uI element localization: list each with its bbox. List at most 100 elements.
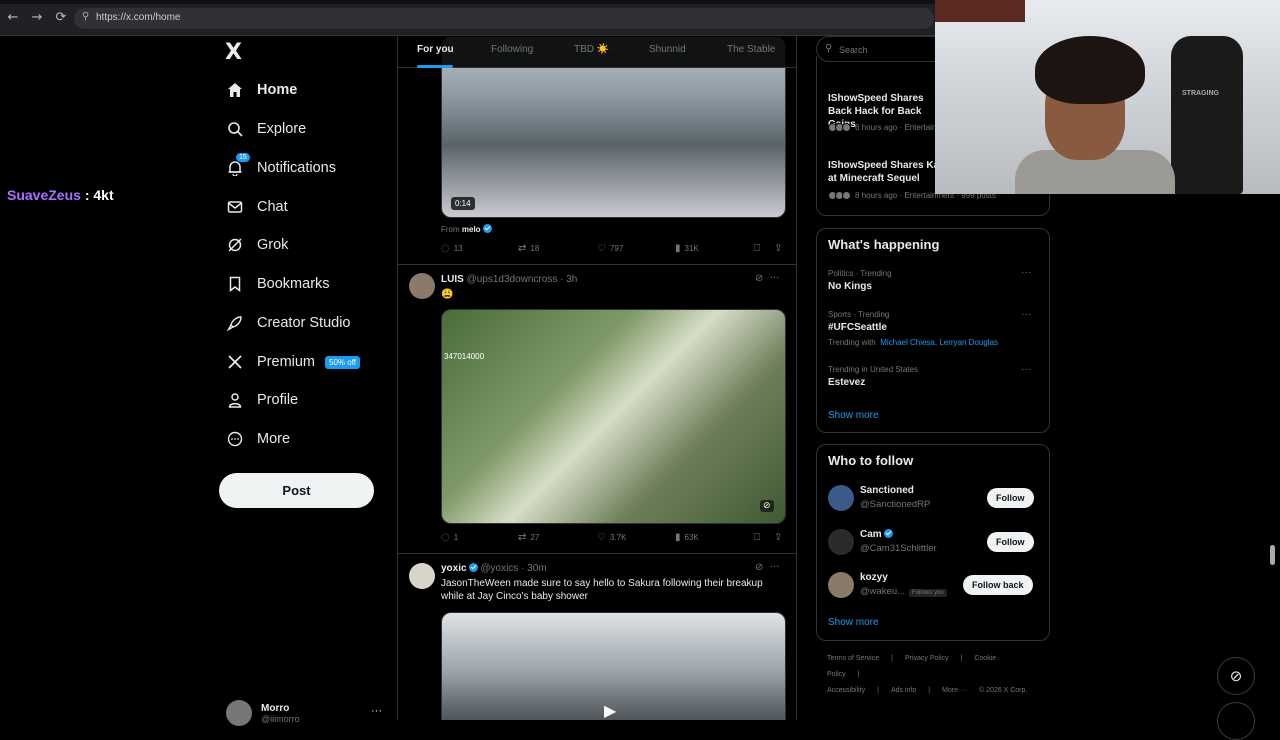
trending-with-links[interactable]: Michael Chiesa, Lerryan Douglas <box>880 338 998 347</box>
account-switcher[interactable]: Morro @iiimorro ··· <box>226 700 382 726</box>
avatar[interactable] <box>409 273 435 299</box>
like-button[interactable]: ♡ 797 <box>597 243 623 254</box>
tab-following[interactable]: Following <box>491 44 533 55</box>
grok-image-icon[interactable]: ⊘ <box>760 500 774 512</box>
nav-label-creator-studio: Creator Studio <box>257 315 351 331</box>
tweet-divider <box>398 264 796 265</box>
news-item-title[interactable]: IShowSpeed Shares Ka at Minecraft Sequel <box>828 159 948 185</box>
avatar <box>828 485 854 511</box>
share-button[interactable]: ⇪ <box>774 532 786 543</box>
views-button[interactable]: ▮ 63K <box>675 532 699 543</box>
follow-suggestion[interactable]: Cam @Cam31Schlittler Follow <box>828 528 1040 558</box>
post-button[interactable]: Post <box>219 473 374 508</box>
tweet-author-name[interactable]: LUIS <box>441 274 464 285</box>
site-info-icon[interactable]: ⚲ <box>82 11 89 22</box>
source-user[interactable]: melo <box>462 225 481 234</box>
nav-label-more: More <box>257 431 291 447</box>
share-button[interactable]: ⇪ <box>774 243 786 254</box>
tweet-author-name[interactable]: yoxic <box>441 563 467 574</box>
show-more-link[interactable]: Show more <box>828 410 879 421</box>
play-icon[interactable]: ▶ <box>604 701 626 720</box>
footer-link[interactable]: More ··· <box>942 687 967 694</box>
trend-name[interactable]: No Kings <box>828 281 872 292</box>
reply-button[interactable]: ◌ 13 <box>441 243 463 254</box>
stream-chat-message: SuaveZeus : 4kt <box>7 187 114 203</box>
avatar[interactable] <box>409 563 435 589</box>
footer-link[interactable]: Privacy Policy <box>905 655 949 662</box>
trend-context: Trending in United States <box>828 365 918 374</box>
tab-for-you[interactable]: For you <box>417 44 454 55</box>
nav-item-more[interactable]: More <box>226 423 290 455</box>
follow-suggestion[interactable]: kozyy @wakeu... Follows you Follow back <box>828 571 1040 601</box>
active-tab-indicator <box>417 65 453 68</box>
footer-links: Terms of Service | Privacy Policy | Cookie P… <box>827 651 1042 699</box>
back-icon[interactable]: ← <box>6 11 20 25</box>
bookmark-button[interactable]: ⎕ <box>754 243 764 254</box>
views-button[interactable]: ▮ 31K <box>675 243 699 254</box>
primary-navigation: X Home Explore 15 Notifications Chat Gro… <box>218 36 388 726</box>
address-bar[interactable]: ⚲ https://x.com/home <box>74 8 934 29</box>
nav-item-explore[interactable]: Explore <box>226 113 306 145</box>
like-count: 3.7K <box>609 533 627 542</box>
follow-suggestion[interactable]: Sanctioned @SanctionedRP Follow <box>828 484 1040 514</box>
follow-handle: @wakeu... <box>860 586 906 597</box>
account-more-icon[interactable]: ··· <box>371 705 382 717</box>
scrollbar-thumb[interactable] <box>1270 545 1275 565</box>
show-more-link[interactable]: Show more <box>828 617 879 628</box>
home-timeline: For you Following TBD ☀️ Shunnid The Sta… <box>397 36 797 720</box>
forward-icon[interactable]: → <box>30 11 44 25</box>
tab-tbd[interactable]: TBD ☀️ <box>574 44 609 55</box>
tweet-time[interactable]: · 3h <box>560 274 577 285</box>
x-logo-icon[interactable]: X <box>225 40 242 65</box>
reload-icon[interactable]: ⟳ <box>54 11 68 25</box>
tweet-author-handle[interactable]: @yoxics <box>480 563 518 574</box>
more-icon[interactable]: ··· <box>770 273 780 284</box>
trend-more-icon[interactable]: ··· <box>1021 309 1031 320</box>
trend-name[interactable]: #UFCSeattle <box>828 322 887 333</box>
nav-item-home[interactable]: Home <box>226 74 297 106</box>
retweet-button[interactable]: ⇄ 18 <box>518 243 539 254</box>
messages-floating-button[interactable] <box>1217 702 1255 740</box>
avatar <box>828 572 854 598</box>
bell-icon: 15 <box>226 153 250 177</box>
grok-floating-icon[interactable]: ⊘ <box>1217 657 1255 695</box>
footer-link[interactable]: Ads info <box>891 687 916 694</box>
nav-item-notifications[interactable]: 15 Notifications <box>226 152 336 184</box>
whats-happening-title: What's happening <box>828 237 940 252</box>
follow-name: Sanctioned <box>860 485 914 496</box>
tweet-header: LUIS @ups1d3downcross · 3h <box>441 274 577 285</box>
tweet-time[interactable]: · 30m <box>521 563 547 574</box>
grok-icon[interactable]: ⊘ <box>755 562 763 573</box>
follow-button[interactable]: Follow <box>987 488 1034 508</box>
reply-button[interactable]: ◌ 1 <box>441 532 458 543</box>
nav-item-chat[interactable]: Chat <box>226 191 288 223</box>
trend-more-icon[interactable]: ··· <box>1021 364 1031 375</box>
footer-sep: | <box>891 655 893 662</box>
more-icon[interactable]: ··· <box>770 562 780 573</box>
nav-item-bookmarks[interactable]: Bookmarks <box>226 268 330 300</box>
tab-the-stable[interactable]: The Stable <box>727 44 775 55</box>
trend-more-icon[interactable]: ··· <box>1021 267 1031 278</box>
who-to-follow-title: Who to follow <box>828 453 914 468</box>
like-button[interactable]: ♡ 3.7K <box>597 532 626 543</box>
nav-item-profile[interactable]: Profile <box>226 384 298 416</box>
follow-button[interactable]: Follow <box>987 532 1034 552</box>
follow-name: kozyy <box>860 572 888 583</box>
trend-name[interactable]: Estevez <box>828 377 865 388</box>
tweet-video[interactable]: ▶ <box>441 612 786 720</box>
bookmark-button[interactable]: ⎕ <box>754 532 764 543</box>
grok-icon[interactable]: ⊘ <box>755 273 763 284</box>
nav-item-grok[interactable]: Grok <box>226 229 288 261</box>
nav-item-creator-studio[interactable]: Creator Studio <box>226 307 351 339</box>
footer-link[interactable]: Terms of Service <box>827 655 879 662</box>
tab-shunnid[interactable]: Shunnid <box>649 44 686 55</box>
nav-item-premium[interactable]: Premium 50% off <box>226 346 360 378</box>
video-duration: 0:14 <box>451 197 475 210</box>
tweet-image[interactable]: 347014000 ⊘ <box>441 309 786 524</box>
retweet-icon: ⇄ <box>518 243 527 254</box>
follow-back-button[interactable]: Follow back <box>963 575 1033 595</box>
url-text[interactable]: https://x.com/home <box>96 12 180 23</box>
retweet-button[interactable]: ⇄ 27 <box>518 532 539 543</box>
tweet-author-handle[interactable]: @ups1d3downcross <box>467 274 558 285</box>
footer-link[interactable]: Accessibility <box>827 687 865 694</box>
